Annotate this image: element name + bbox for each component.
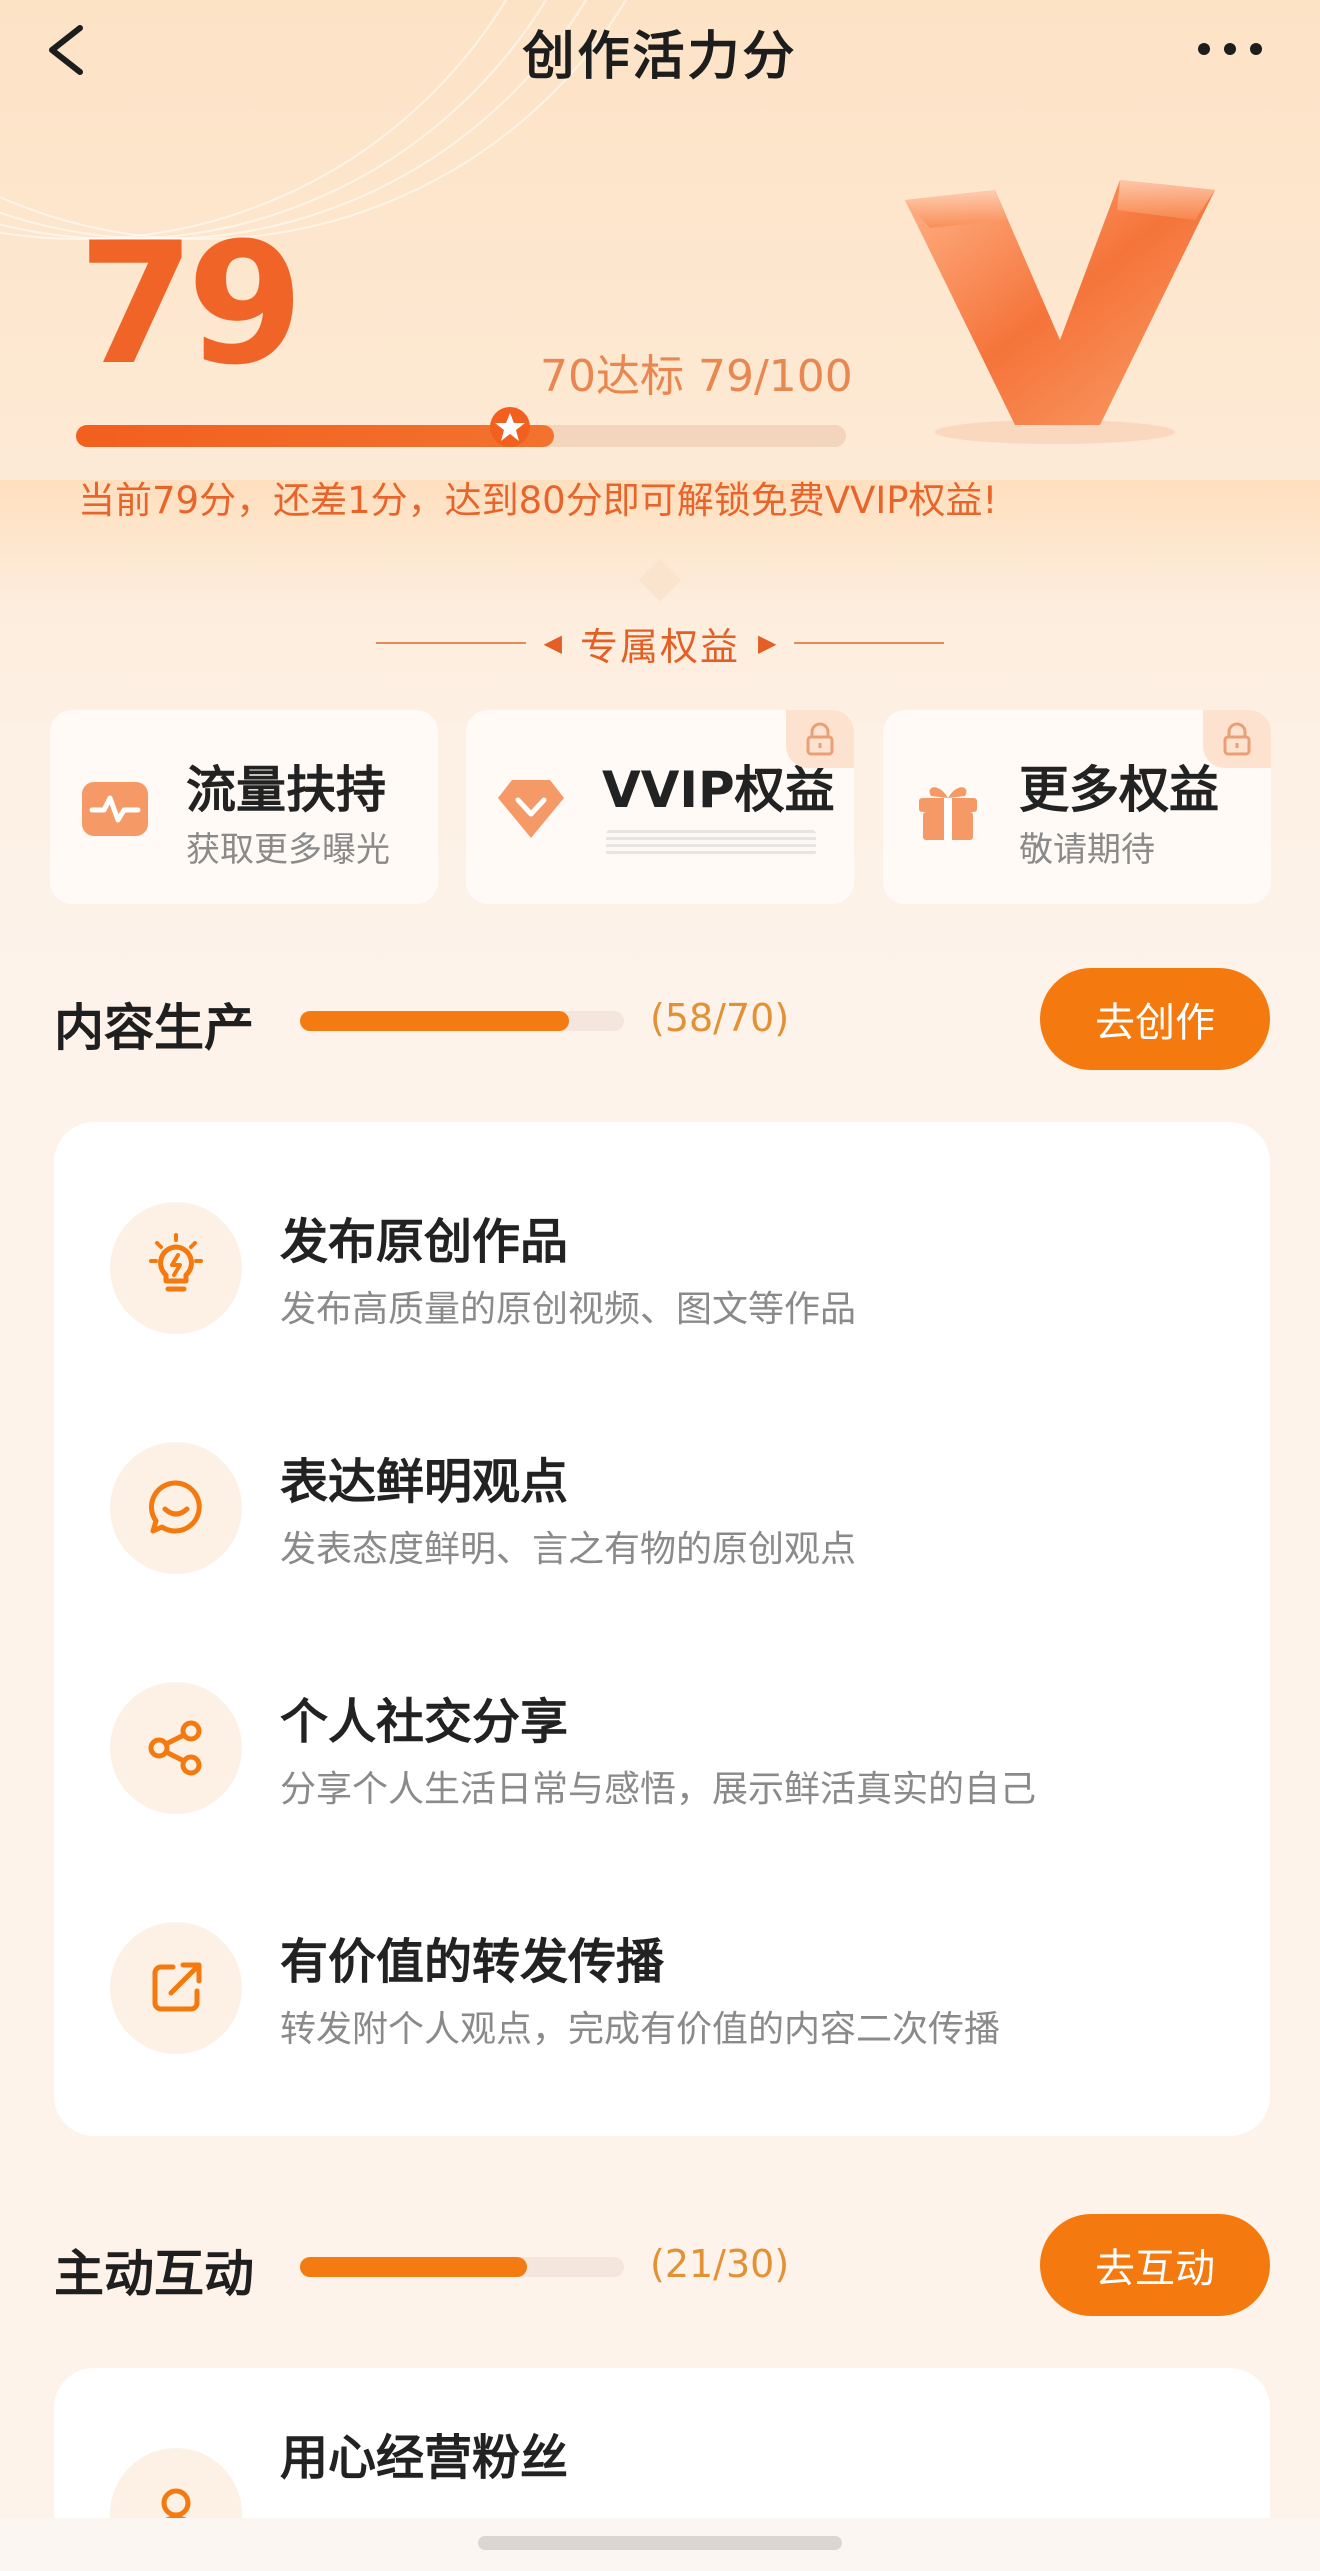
section-progress-fill	[300, 1011, 569, 1031]
list-item[interactable]: 发布原创作品 发布高质量的原创视频、图文等作品	[54, 1162, 1270, 1362]
section-title: 主动互动	[54, 2245, 254, 2303]
score-target: 70达标 79/100	[540, 351, 853, 402]
score-tip: 当前79分，还差1分，达到80分即可解锁免费VVIP权益!	[78, 479, 998, 522]
item-desc: 转发附个人观点，完成有价值的内容二次传播	[280, 2009, 1001, 2050]
section-header-content: 内容生产 (58/70) 去创作	[0, 966, 1320, 1076]
page-title: 创作活力分	[522, 27, 798, 87]
chat-smile-icon	[148, 1480, 202, 1534]
home-indicator[interactable]	[478, 2536, 842, 2550]
benefit-subtitle: 敬请期待	[1019, 830, 1155, 870]
item-title: 表达鲜明观点	[280, 1454, 569, 1510]
task-card-content: 发布原创作品 发布高质量的原创视频、图文等作品 表达鲜明观点 发表态度鲜明、言之…	[54, 1122, 1270, 2136]
item-desc: 分享个人生活日常与感悟，展示鲜活真实的自己	[280, 1769, 1037, 1810]
benefit-subtitle: 获取更多曝光	[186, 830, 390, 870]
benefit-card-vvip[interactable]: VVIP权益	[466, 710, 854, 904]
benefit-card-more[interactable]: 更多权益 敬请期待	[883, 710, 1271, 904]
benefits-title: 专属权益	[579, 624, 740, 669]
lock-icon	[1223, 722, 1251, 756]
item-title: 用心经营粉丝	[280, 2430, 569, 2486]
section-title: 内容生产	[54, 999, 254, 1057]
home-indicator-bar	[0, 2518, 1320, 2571]
list-item[interactable]: 有价值的转发传播 转发附个人观点，完成有价值的内容二次传播	[54, 1882, 1270, 2082]
lightbulb-icon	[149, 1233, 203, 1292]
item-title: 有价值的转发传播	[280, 1934, 665, 1990]
section-count: (58/70)	[650, 996, 790, 1040]
lock-badge	[786, 710, 854, 768]
gift-icon	[919, 787, 977, 840]
item-title: 发布原创作品	[280, 1214, 569, 1270]
more-horizontal-icon[interactable]	[1190, 22, 1270, 72]
item-desc: 发布高质量的原创视频、图文等作品	[280, 1289, 857, 1330]
forward-icon	[152, 1962, 202, 2012]
benefit-subtitle-blurred	[606, 830, 816, 856]
benefit-title: 更多权益	[1019, 761, 1219, 819]
lock-icon	[806, 722, 834, 756]
score-progress-fill	[76, 425, 554, 447]
section-progress-bar	[300, 2257, 624, 2277]
go-interact-button[interactable]: 去互动	[1040, 2214, 1270, 2316]
section-count: (21/30)	[650, 2242, 790, 2286]
star-icon	[489, 407, 530, 447]
benefits-divider: ◀ 专属权益 ▶	[0, 615, 1320, 671]
score-progress-bar	[76, 407, 846, 447]
vvip-v-logo	[905, 180, 1215, 444]
diamond-icon	[498, 780, 564, 838]
section-progress-bar	[300, 1011, 624, 1031]
section-header-interaction: 主动互动 (21/30) 去互动	[0, 2212, 1320, 2322]
benefit-card-traffic[interactable]: 流量扶持 获取更多曝光	[50, 710, 438, 904]
lock-badge	[1203, 710, 1271, 768]
list-item[interactable]: 表达鲜明观点 发表态度鲜明、言之有物的原创观点	[54, 1402, 1270, 1602]
benefit-title: 流量扶持	[186, 761, 386, 819]
section-progress-fill	[300, 2257, 527, 2277]
score-value: 79	[78, 206, 304, 402]
item-title: 个人社交分享	[280, 1694, 569, 1750]
share-icon	[148, 1720, 202, 1776]
go-create-button[interactable]: 去创作	[1040, 968, 1270, 1070]
item-desc: 发表态度鲜明、言之有物的原创观点	[280, 1529, 857, 1570]
list-item[interactable]: 个人社交分享 分享个人生活日常与感悟，展示鲜活真实的自己	[54, 1642, 1270, 1842]
traffic-pulse-icon	[82, 782, 148, 836]
